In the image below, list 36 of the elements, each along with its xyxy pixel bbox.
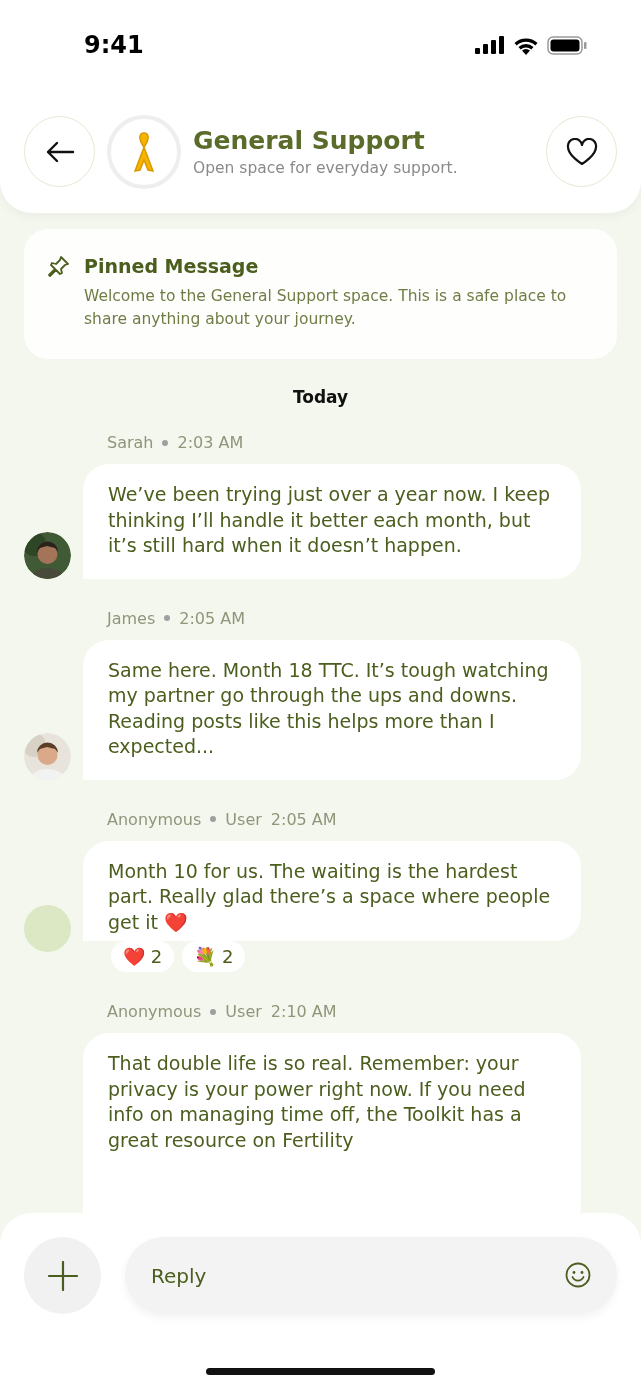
message-text: Month 10 for us. The waiting is the hardest part. Really glad there’s a space where people get it ❤	[108, 858, 552, 935]
message-time: 2:03 AM	[177, 433, 244, 452]
message-text: We’ve been trying just over a year now. I keep thinking I’ll handle it better each month, but it’s still hard when it doesn’t happen.	[108, 482, 551, 558]
group-title: General Support	[193, 126, 426, 155]
message-text: Same here. Month 18 TTC. It’s tough watching my partner go through the ups and downs. Reading posts like this helps more than I expected...	[108, 657, 550, 759]
ribbon-icon	[131, 130, 157, 173]
separator-dot	[210, 1008, 217, 1015]
pinned-title: Pinned Message	[84, 255, 259, 277]
author-name: James	[107, 608, 156, 628]
author-role: User	[225, 809, 262, 829]
author-name: Anonymous	[107, 809, 202, 829]
status-time: 9:41	[84, 31, 144, 59]
heart-icon	[565, 137, 598, 166]
back-arrow-icon	[44, 139, 75, 164]
message-text: That double life is so real. Remember: your privacy is your power right now. If you need info on managing time off, the Toolkit has a great resource on Fertility	[108, 1051, 527, 1153]
avatar	[24, 905, 71, 952]
separator-dot	[210, 816, 217, 822]
date-divider: Today	[292, 387, 349, 407]
battery-icon	[547, 35, 587, 55]
separator-dot	[162, 439, 169, 446]
plus-icon	[47, 1260, 78, 1291]
message-time: 2:10 AM	[270, 1002, 337, 1021]
author-role: User	[225, 1002, 262, 1021]
separator-dot	[164, 615, 171, 621]
author-name: Anonymous	[107, 1002, 202, 1021]
pin-icon	[48, 255, 70, 277]
message-time: 2:05 AM	[179, 608, 246, 628]
group-subtitle: Open space for everyday support.	[193, 159, 459, 177]
reaction-chip[interactable]: 💐 2	[182, 941, 246, 972]
pinned-text: Welcome to the General Support space. This is a safe place to share anything about your journey.	[83, 286, 568, 330]
author-name: Sarah	[107, 433, 154, 452]
message-time: 2:05 AM	[270, 809, 337, 829]
reply-field[interactable]: Reply	[125, 1237, 617, 1314]
emoji-icon[interactable]	[565, 1262, 591, 1288]
reaction-chip[interactable]: ❤ 2	[111, 941, 175, 972]
signal-icon	[475, 36, 505, 54]
